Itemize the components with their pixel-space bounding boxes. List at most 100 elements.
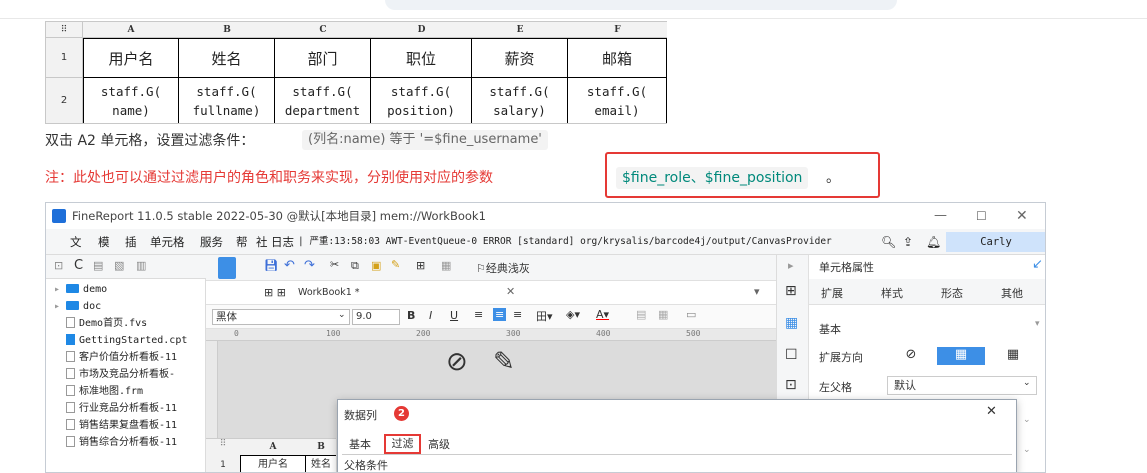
chevron-down-icon[interactable]: ⌄ [1023, 415, 1031, 425]
search-icon[interactable]: 🔍︎ [881, 229, 896, 255]
menu-bar: 文 模 插 单元格 服务 帮 社 日志 | 严重:13:58:03 AWT-Ev… [46, 229, 1045, 255]
tree-item[interactable]: GettingStarted.cpt [66, 332, 187, 349]
condition-icon[interactable]: ⊡ [785, 377, 797, 393]
no-expand-icon[interactable]: ⊘ [887, 347, 935, 365]
bell-icon[interactable]: 🔔︎ [926, 229, 941, 255]
tab-close-icon[interactable]: ✕ [506, 285, 515, 298]
cell-b1: 姓名 [179, 38, 275, 78]
tree-item[interactable]: 标准地图.frm [66, 383, 143, 400]
collapse-icon[interactable]: ▸ [788, 259, 794, 272]
close-icon[interactable]: ✕ [1016, 203, 1028, 229]
delete-icon[interactable]: ▥ [136, 259, 146, 272]
bold-icon[interactable]: B [407, 309, 415, 322]
share-icon[interactable]: ⇪ [903, 229, 913, 255]
tab-style[interactable]: 样式 [881, 285, 903, 301]
folder-icon [66, 301, 80, 310]
tab-form[interactable]: 形态 [941, 285, 963, 301]
refresh-icon[interactable]: C [74, 258, 83, 273]
cut-icon[interactable]: ✂ [330, 258, 339, 271]
window-title: FineReport 11.0.5 stable 2022-05-30 @默认[… [72, 209, 486, 223]
tree-item[interactable]: 销售结果复盘看板-11 [66, 417, 177, 434]
tree-item[interactable]: 客户价值分析看板-11 [66, 349, 177, 366]
widget-icon[interactable]: ☐ [785, 347, 798, 363]
mini-col-a: A [240, 439, 306, 455]
dialog-tab-basic[interactable]: 基本 [349, 436, 371, 452]
save-icon[interactable]: 💾︎ [264, 259, 278, 272]
paste-icon[interactable]: ▣ [371, 259, 381, 272]
align-right-icon[interactable]: ≡ [513, 308, 522, 321]
left-parent-select[interactable]: 默认 [887, 376, 1037, 395]
tab-expand[interactable]: 扩展 [821, 285, 843, 301]
font-select[interactable]: 黑体 [212, 309, 350, 325]
tab-menu-icon[interactable]: ▾ [754, 285, 760, 298]
mini-cell-a1[interactable]: 用户名 [240, 455, 306, 472]
hidden-eye-icon[interactable]: ⊘ [446, 347, 468, 377]
chevron-down-icon[interactable]: ⌄ [1023, 445, 1031, 455]
edit-icon[interactable]: ▤ [93, 259, 103, 272]
mini-cell-b1[interactable]: 姓名 [306, 455, 336, 472]
cell-f1: 邮箱 [568, 38, 667, 78]
parent-condition-label: 父格条件 [344, 459, 388, 472]
layout-icon[interactable]: ⊞ [785, 283, 797, 299]
cell-a1: 用户名 [83, 38, 179, 78]
menu-help[interactable]: 帮 [236, 229, 248, 255]
font-size-select[interactable]: 9.0 [352, 309, 400, 325]
align-center-icon[interactable]: ≡ [493, 308, 507, 321]
menu-cell[interactable]: 单元格 [150, 229, 185, 255]
horizontal-expand-icon[interactable]: ▦ [989, 347, 1037, 365]
dialog-tab-filter[interactable]: 过滤 [384, 434, 421, 454]
menu-insert[interactable]: 插 [125, 229, 137, 255]
menu-log[interactable]: 日志 [271, 229, 294, 255]
tab-bar: ⊞ ⊞ WorkBook1 * ✕ ▾ [206, 281, 776, 305]
dialog-close-icon[interactable]: ✕ [986, 404, 997, 419]
theme-label[interactable]: ⚐经典浅灰 [476, 260, 530, 276]
expand-icon[interactable]: ↙ [1032, 257, 1043, 272]
tree-item[interactable]: ▸ demo [54, 281, 107, 298]
italic-icon[interactable]: I [429, 309, 432, 322]
menu-server[interactable]: 服务 [200, 229, 223, 255]
menu-community[interactable]: 社 [256, 229, 268, 255]
fill-color-icon[interactable]: ◈▾ [566, 308, 580, 321]
maximize-icon[interactable]: ☐ [976, 203, 987, 229]
split-icon[interactable]: ▦ [658, 308, 668, 321]
minimize-icon[interactable]: — [934, 203, 947, 229]
highlight-box [605, 152, 880, 198]
new-folder-icon[interactable]: ⊡ [54, 259, 63, 272]
col-header-a: A [83, 22, 179, 38]
chevron-down-icon[interactable]: ⌄ [338, 310, 346, 320]
font-color-icon[interactable]: A▾ [596, 308, 609, 321]
border-icon[interactable]: 田▾ [536, 308, 553, 324]
underline-icon[interactable]: U [450, 309, 458, 322]
lock-icon[interactable]: ▧ [114, 259, 124, 272]
vertical-expand-icon[interactable]: ▦ [937, 347, 985, 365]
pencil-icon[interactable]: ✎ [493, 347, 515, 377]
chevron-down-icon[interactable]: ▾ [1035, 319, 1040, 329]
format-brush-icon[interactable]: ✎ [391, 258, 400, 271]
merge-icon[interactable]: ▤ [636, 308, 646, 321]
chevron-down-icon[interactable]: ⌄ [1023, 378, 1031, 388]
cell-icon[interactable]: ▦ [785, 315, 798, 331]
section-basic[interactable]: 基本 [819, 321, 841, 337]
tree-item[interactable]: Demo首页.fvs [66, 315, 147, 332]
dialog-tab-advanced[interactable]: 高级 [428, 436, 450, 452]
menu-file[interactable]: 文 [70, 229, 82, 255]
tab-other[interactable]: 其他 [1001, 285, 1023, 301]
instruction-text: 双击 A2 单元格，设置过滤条件： [45, 133, 255, 149]
tree-item[interactable]: 行业竞品分析看板-11 [66, 400, 177, 417]
wrap-icon[interactable]: ▭ [686, 308, 696, 321]
ruler-tick: 500 [686, 329, 701, 338]
redo-icon[interactable]: ↷ [304, 258, 315, 273]
expand-direction-label: 扩展方向 [819, 351, 863, 364]
tree-item[interactable]: 市场及竞品分析看板- [66, 366, 175, 383]
user-badge[interactable]: Carly [946, 232, 1045, 252]
copy-icon[interactable]: ⧉ [351, 259, 359, 273]
menu-template[interactable]: 模 [98, 229, 110, 255]
grid-icon[interactable]: ▦ [441, 259, 451, 272]
undo-icon[interactable]: ↶ [284, 258, 295, 273]
workbook-tab[interactable]: WorkBook1 * [298, 287, 360, 298]
template-icon[interactable] [218, 257, 236, 279]
tree-item[interactable]: ▸ doc [54, 298, 101, 315]
preview-icon[interactable]: ⊞ [416, 259, 425, 272]
align-left-icon[interactable]: ≡ [474, 308, 483, 321]
tree-item[interactable]: 销售综合分析看板-11 [66, 434, 177, 451]
